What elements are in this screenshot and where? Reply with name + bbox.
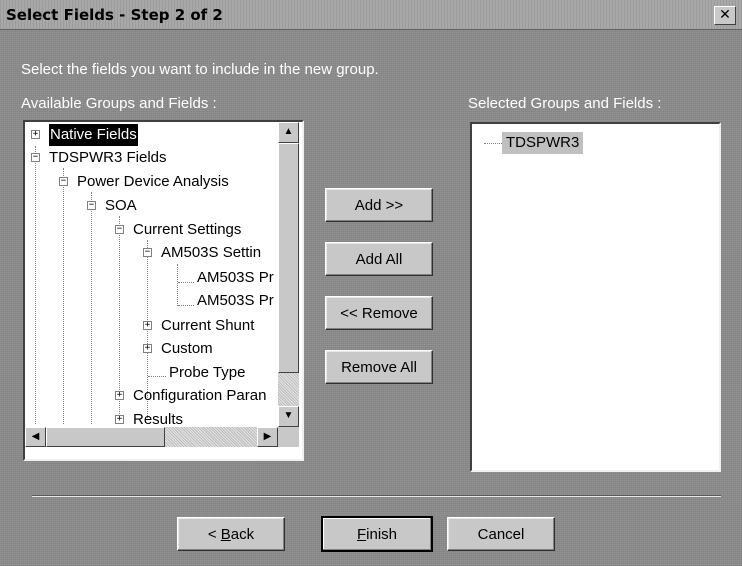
selected-fields-label: Selected Groups and Fields :: [468, 95, 662, 112]
vertical-scroll-thumb[interactable]: [278, 143, 299, 373]
title-bar[interactable]: Select Fields - Step 2 of 2 ✕: [0, 0, 742, 30]
collapse-icon[interactable]: −: [59, 177, 68, 186]
back-button[interactable]: < Back: [177, 517, 285, 551]
tree-node-tdspwr3[interactable]: TDSPWR3: [502, 132, 584, 154]
tree-node-label: TDSPWR3: [506, 134, 580, 151]
back-mnemonic: B: [220, 525, 231, 543]
tree-horizontal-scrollbar[interactable]: ◀ ▶: [25, 427, 278, 447]
finish-button-rest: inish: [366, 525, 398, 543]
tree-node-label: Custom: [161, 340, 213, 357]
tree-vertical-scrollbar[interactable]: ▲ ▼: [278, 122, 299, 427]
tree-node-am503s-pr-2[interactable]: AM503S Pr: [197, 290, 274, 312]
collapse-icon[interactable]: −: [87, 201, 96, 210]
tree-line: [178, 282, 194, 283]
tree-line: [177, 264, 178, 306]
tree-line: [91, 192, 92, 425]
select-fields-dialog: Select Fields - Step 2 of 2 ✕ Select the…: [0, 0, 742, 566]
tree-node-label: Native Fields: [48, 123, 139, 147]
footer-separator-highlight: [32, 496, 721, 497]
scroll-right-button[interactable]: ▶: [257, 427, 278, 447]
tree-node-label: Results: [133, 411, 184, 425]
close-button[interactable]: ✕: [714, 6, 736, 25]
tree-line: [178, 305, 194, 306]
available-fields-tree[interactable]: + Native Fields − TDSPWR3 Fields − Power…: [23, 120, 304, 461]
scrollbar-corner: [278, 427, 299, 447]
tree-node-probe-type[interactable]: Probe Type: [169, 362, 245, 384]
tree-node-label: Power Device Analysis: [77, 173, 229, 190]
tree-line: [63, 168, 64, 425]
tree-node-label: Probe Type: [169, 364, 246, 381]
tree-node-label: Current Shunt: [161, 317, 255, 334]
expand-icon[interactable]: +: [143, 321, 152, 330]
back-button-rest: ack: [230, 525, 255, 543]
tree-line: [35, 146, 36, 425]
tree-node-label: Current Settings: [133, 221, 242, 238]
collapse-icon[interactable]: −: [31, 153, 40, 162]
tree-node-label: TDSPWR3 Fields: [49, 149, 167, 166]
tree-node-label: SOA: [105, 197, 137, 214]
finish-button[interactable]: Finish: [321, 516, 433, 552]
add-all-button[interactable]: Add All: [325, 242, 433, 276]
collapse-icon[interactable]: −: [143, 248, 152, 257]
collapse-icon[interactable]: −: [115, 225, 124, 234]
window-title: Select Fields - Step 2 of 2: [6, 6, 223, 24]
back-button-prefix: <: [207, 525, 221, 543]
expand-icon[interactable]: +: [143, 344, 152, 353]
remove-all-button[interactable]: Remove All: [325, 350, 433, 384]
tree-node-am503s-pr-1[interactable]: AM503S Pr: [197, 267, 274, 289]
arrow-up-icon: ▲: [283, 126, 294, 137]
arrow-left-icon: ◀: [31, 431, 40, 442]
instruction-text: Select the fields you want to include in…: [21, 61, 379, 78]
close-icon: ✕: [719, 7, 731, 23]
expand-icon[interactable]: +: [115, 391, 124, 400]
expand-icon[interactable]: +: [31, 130, 40, 139]
remove-button[interactable]: << Remove: [325, 296, 433, 330]
expand-icon[interactable]: +: [115, 415, 124, 424]
tree-line: [148, 376, 166, 377]
finish-mnemonic: F: [356, 525, 367, 543]
cancel-button[interactable]: Cancel: [447, 517, 555, 551]
tree-node-label: AM503S Pr: [197, 292, 274, 309]
arrow-down-icon: ▼: [283, 410, 294, 421]
scroll-left-button[interactable]: ◀: [25, 427, 46, 447]
scroll-down-button[interactable]: ▼: [278, 406, 299, 427]
add-button[interactable]: Add >>: [325, 188, 433, 222]
available-fields-label: Available Groups and Fields :: [21, 95, 217, 112]
tree-node-label: AM503S Settin: [161, 244, 262, 261]
horizontal-scroll-thumb[interactable]: [46, 427, 165, 447]
tree-node-label: AM503S Pr: [197, 269, 274, 286]
arrow-right-icon: ▶: [263, 431, 272, 442]
tree-viewport: + Native Fields − TDSPWR3 Fields − Power…: [25, 122, 276, 425]
tree-node-label: Configuration Paran: [133, 387, 267, 404]
scroll-up-button[interactable]: ▲: [278, 122, 299, 143]
selected-fields-tree[interactable]: TDSPWR3: [470, 122, 721, 472]
tree-line: [484, 143, 504, 144]
